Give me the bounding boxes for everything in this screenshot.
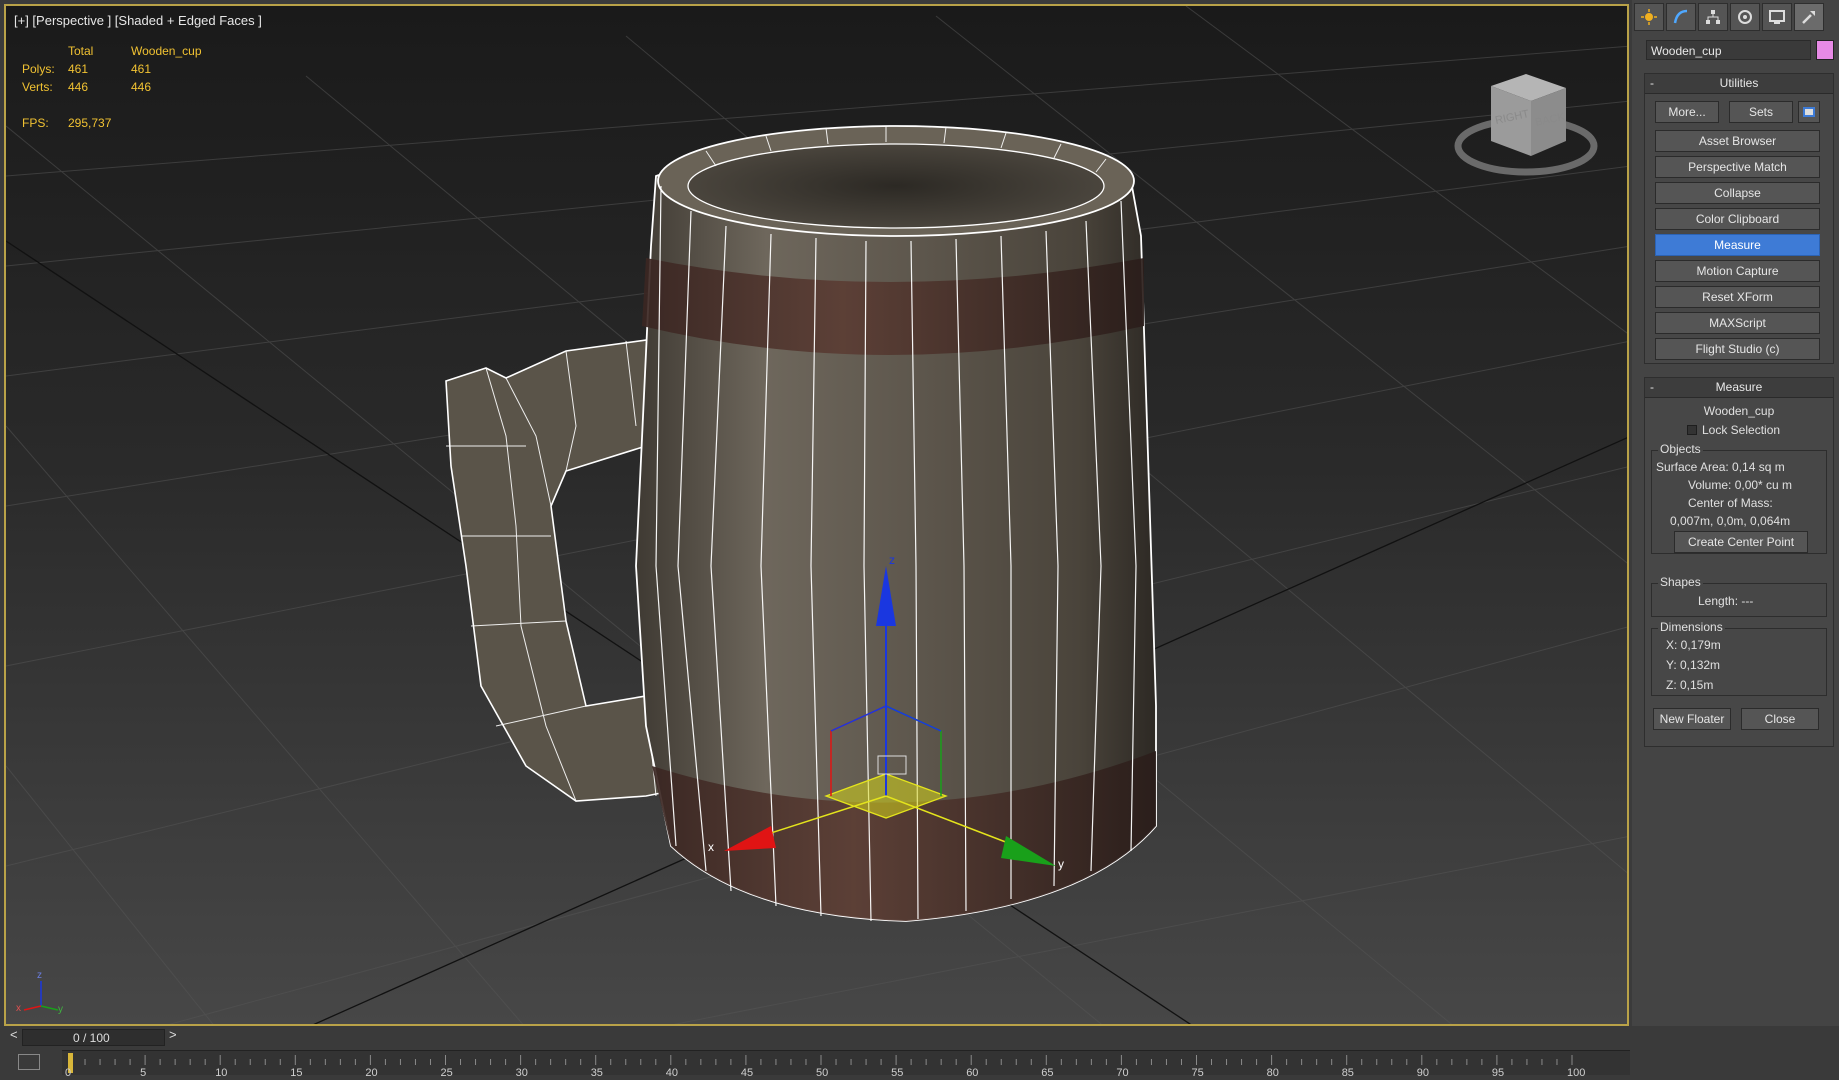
tick-label: 55	[891, 1067, 904, 1079]
tripod-z-label: z	[37, 970, 42, 981]
command-panel: Wooden_cup - Utilities More... Sets Asse…	[1632, 0, 1839, 1040]
tick-label: 95	[1491, 1067, 1505, 1079]
utility-color-clipboard-button[interactable]: Color Clipboard	[1655, 208, 1820, 230]
time-next-button[interactable]: >	[169, 1027, 177, 1042]
utility-asset-browser-button[interactable]: Asset Browser	[1655, 130, 1820, 152]
utilities-rollout: - Utilities More... Sets Asset Browser Pe…	[1644, 73, 1834, 364]
configure-sets-icon[interactable]	[1798, 101, 1820, 123]
surface-area-value: Surface Area: 0,14 sq m	[1656, 460, 1785, 474]
timeline-bar: < 0 / 100 > 0 5 10 15 20 25 30 35 40 45 50 55 60 65 70…	[0, 1026, 1839, 1080]
stats-fps-value: 295,737	[68, 116, 112, 130]
stats-polys-object: 461	[131, 62, 152, 76]
tick-label: 85	[1341, 1067, 1354, 1079]
gizmo-z-label: z	[889, 553, 895, 567]
object-color-swatch[interactable]	[1816, 40, 1834, 60]
time-slider[interactable]: 0 / 100	[22, 1029, 165, 1046]
hierarchy-tab-icon[interactable]	[1698, 3, 1728, 31]
stats-verts-total: 446	[68, 80, 89, 94]
shapes-group: Shapes Length: ---	[1651, 575, 1827, 617]
utility-measure-button[interactable]: Measure	[1655, 234, 1820, 256]
objects-group-title: Objects	[1658, 442, 1703, 456]
time-prev-button[interactable]: <	[10, 1027, 18, 1042]
utility-perspective-match-button[interactable]: Perspective Match	[1655, 156, 1820, 178]
view-cube: RIGHT BACK	[1454, 74, 1598, 176]
dimension-x-value: X: 0,179m	[1666, 638, 1721, 652]
tick-label: 40	[665, 1067, 679, 1079]
tick-label: 35	[590, 1067, 603, 1079]
utility-collapse-button[interactable]: Collapse	[1655, 182, 1820, 204]
stats-total-header: Total	[68, 44, 94, 58]
axis-tripod: z x y	[16, 970, 63, 1015]
stats-polys-total: 461	[68, 62, 89, 76]
motion-tab-icon[interactable]	[1730, 3, 1760, 31]
tick-label: 90	[1416, 1067, 1430, 1079]
tick-label: 10	[215, 1067, 228, 1079]
utility-flight-studio-c-button[interactable]: Flight Studio (c)	[1655, 338, 1820, 360]
create-center-point-button[interactable]: Create Center Point	[1674, 531, 1808, 553]
dimensions-group-title: Dimensions	[1658, 620, 1725, 634]
more-button[interactable]: More...	[1655, 101, 1719, 123]
object-name-field[interactable]: Wooden_cup	[1646, 40, 1811, 60]
utility-motion-capture-button[interactable]: Motion Capture	[1655, 260, 1820, 282]
lock-selection-checkbox[interactable]	[1687, 425, 1697, 435]
tripod-x-label: x	[16, 1003, 21, 1014]
track-bar-icon[interactable]	[18, 1054, 40, 1070]
tick-label: 20	[365, 1067, 378, 1079]
tick-label: 0	[65, 1067, 72, 1079]
tick-label: 80	[1266, 1067, 1279, 1079]
stats-polys-label: Polys:	[22, 62, 55, 76]
measure-rollout: - Measure Wooden_cup Lock Selection Obje…	[1644, 377, 1834, 747]
viewport-label[interactable]: [+] [Perspective ] [Shaded + Edged Faces…	[14, 13, 262, 28]
close-button[interactable]: Close	[1741, 708, 1819, 730]
dimension-z-value: Z: 0,15m	[1666, 678, 1714, 692]
new-floater-button[interactable]: New Floater	[1653, 708, 1731, 730]
display-tab-icon[interactable]	[1762, 3, 1792, 31]
stats-verts-label: Verts:	[22, 80, 53, 94]
utilities-rollout-header[interactable]: - Utilities	[1645, 74, 1833, 94]
utilities-title: Utilities	[1719, 76, 1759, 90]
create-tab-icon[interactable]	[1634, 3, 1664, 31]
collapse-icon: -	[1650, 380, 1654, 394]
tick-label: 5	[140, 1067, 147, 1079]
stats-object-header: Wooden_cup	[131, 44, 202, 58]
perspective-viewport[interactable]: z x y RIGHT BACK z x y [+] [Perspective …	[4, 4, 1629, 1026]
command-panel-tabs	[1634, 3, 1838, 33]
time-slider-label: 0 / 100	[73, 1031, 110, 1045]
gizmo-y-label: y	[1058, 857, 1064, 871]
utility-reset-xform-button[interactable]: Reset XForm	[1655, 286, 1820, 308]
volume-value: Volume: 0,00* cu m	[1688, 478, 1793, 492]
tripod-y-label: y	[58, 1004, 63, 1015]
measured-object-name: Wooden_cup	[1703, 404, 1775, 418]
viewport-scene: z x y RIGHT BACK z x y	[6, 6, 1627, 1024]
sets-button[interactable]: Sets	[1729, 101, 1793, 123]
tick-label: 25	[440, 1067, 453, 1079]
gizmo-x-label: x	[708, 840, 714, 854]
tick-label: 65	[1041, 1067, 1054, 1079]
center-of-mass-label: Center of Mass:	[1688, 496, 1773, 510]
measure-rollout-header[interactable]: - Measure	[1645, 378, 1833, 398]
tick-label: 70	[1116, 1067, 1129, 1079]
stats-verts-object: 446	[131, 80, 152, 94]
measure-title: Measure	[1715, 380, 1763, 394]
dimensions-group: Dimensions X: 0,179m Y: 0,132m Z: 0,15m	[1651, 620, 1827, 696]
shapes-group-title: Shapes	[1658, 575, 1703, 589]
tick-label: 60	[966, 1067, 979, 1079]
utility-maxscript-button[interactable]: MAXScript	[1655, 312, 1820, 334]
utilities-tab-icon[interactable]	[1794, 3, 1824, 31]
tick-label: 50	[816, 1067, 829, 1079]
tick-label: 75	[1191, 1067, 1204, 1079]
tick-label: 30	[515, 1067, 528, 1079]
center-of-mass-value: 0,007m, 0,0m, 0,064m	[1670, 514, 1791, 528]
lock-selection-label: Lock Selection	[1702, 423, 1781, 437]
modify-tab-icon[interactable]	[1666, 3, 1696, 31]
shape-length-value: Length: ---	[1698, 594, 1754, 608]
tick-label: 45	[740, 1067, 754, 1079]
objects-group: Objects Surface Area: 0,14 sq m Volume: …	[1651, 442, 1827, 554]
tick-label: 100	[1567, 1067, 1586, 1079]
tick-label: 15	[290, 1067, 303, 1079]
stats-fps-label: FPS:	[22, 116, 49, 130]
dimension-y-value: Y: 0,132m	[1666, 658, 1721, 672]
collapse-icon: -	[1650, 76, 1654, 90]
